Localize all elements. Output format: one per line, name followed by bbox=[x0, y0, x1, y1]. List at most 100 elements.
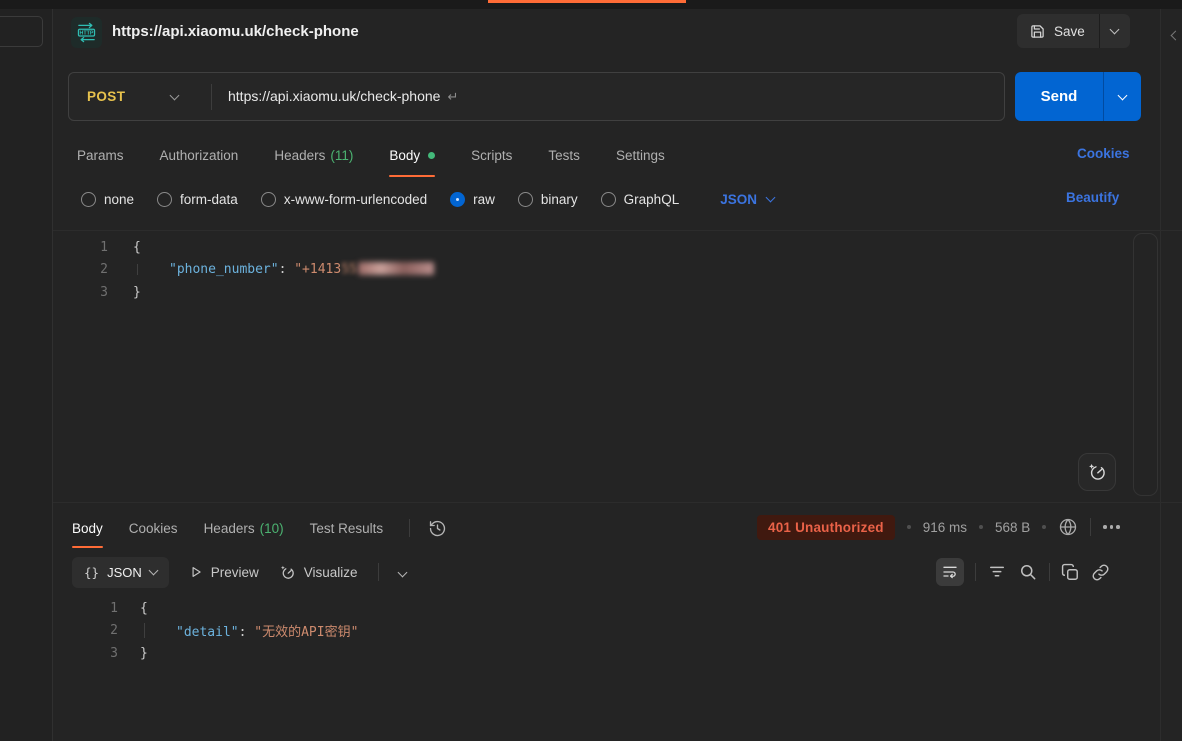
code-line: 1 { bbox=[68, 236, 434, 259]
request-body-editor[interactable]: 1 { 2 "phone_number": "+141355 3 } bbox=[68, 236, 434, 304]
tab-response-headers[interactable]: Headers(10) bbox=[204, 508, 284, 548]
beautify-link[interactable]: Beautify bbox=[1066, 190, 1119, 205]
code-line: 1 { bbox=[68, 597, 358, 620]
radio-graphql[interactable]: GraphQL bbox=[601, 192, 680, 207]
editor-scrollbar[interactable] bbox=[1133, 233, 1158, 496]
response-body-editor[interactable]: 1 { 2 "detail": "无效的API密钥" 3 } bbox=[68, 597, 358, 665]
json-language-select[interactable]: JSON bbox=[720, 192, 774, 207]
method-label: POST bbox=[87, 89, 125, 104]
radio-raw[interactable]: raw bbox=[450, 192, 495, 207]
filter-button[interactable] bbox=[987, 562, 1007, 582]
json-value: "无效的API密钥" bbox=[254, 625, 358, 640]
preview-button[interactable]: Preview bbox=[189, 565, 259, 580]
response-section-divider bbox=[53, 502, 1182, 503]
line-number: 1 bbox=[68, 601, 118, 616]
indent-guide bbox=[144, 623, 145, 638]
more-options-icon[interactable] bbox=[1103, 525, 1120, 529]
editor-top-border bbox=[53, 230, 1182, 231]
request-tabs: Params Authorization Headers(11) Body Sc… bbox=[68, 134, 665, 177]
line-number: 3 bbox=[68, 285, 108, 300]
radio-binary[interactable]: binary bbox=[518, 192, 578, 207]
tab-response-body[interactable]: Body bbox=[72, 508, 103, 548]
json-key: "phone_number" bbox=[169, 262, 279, 277]
postbot-sparkle-icon bbox=[1087, 462, 1107, 482]
response-tabs: Body Cookies Headers(10) Test Results bbox=[68, 508, 447, 548]
tab-scripts[interactable]: Scripts bbox=[471, 134, 512, 177]
code-line: 2 "detail": "无效的API密钥" bbox=[68, 620, 358, 643]
collapse-panel-icon[interactable] bbox=[1172, 26, 1179, 44]
radio-circle-icon bbox=[157, 192, 172, 207]
tab-headers[interactable]: Headers(11) bbox=[274, 134, 353, 177]
method-selector[interactable]: POST bbox=[69, 89, 211, 104]
sidebar-partial-button[interactable] bbox=[0, 16, 43, 47]
headers-count: (11) bbox=[330, 148, 353, 163]
response-format-select[interactable]: {} JSON bbox=[72, 557, 169, 588]
chevron-down-icon bbox=[766, 193, 776, 203]
play-icon bbox=[189, 565, 203, 579]
send-button[interactable]: Send bbox=[1015, 72, 1141, 121]
radio-none[interactable]: none bbox=[81, 192, 134, 207]
copy-button[interactable] bbox=[1061, 563, 1080, 582]
unsaved-changes-dot bbox=[428, 152, 435, 159]
tab-authorization[interactable]: Authorization bbox=[160, 134, 239, 177]
json-value: "+1413 bbox=[294, 262, 341, 277]
dot-separator bbox=[979, 525, 983, 529]
code-line: 3 } bbox=[68, 281, 434, 304]
tab-body[interactable]: Body bbox=[389, 134, 435, 177]
json-key: "detail" bbox=[176, 625, 239, 640]
tab-response-cookies[interactable]: Cookies bbox=[129, 508, 178, 548]
tab-test-results[interactable]: Test Results bbox=[310, 508, 384, 548]
chevron-down-icon bbox=[170, 90, 180, 100]
return-icon: ↵ bbox=[447, 89, 458, 104]
more-views-chevron-down-icon[interactable] bbox=[399, 563, 406, 581]
save-button[interactable]: Save bbox=[1017, 14, 1130, 48]
url-text: https://api.xiaomu.uk/check-phone bbox=[228, 88, 440, 104]
code-line: 3 } bbox=[68, 642, 358, 665]
sparkle-icon bbox=[279, 564, 296, 581]
app-window: HTTP https://api.xiaomu.uk/check-phone S… bbox=[0, 0, 1182, 741]
tab-params[interactable]: Params bbox=[77, 134, 124, 177]
wrap-text-button[interactable] bbox=[936, 558, 964, 586]
line-number: 1 bbox=[68, 240, 108, 255]
save-icon bbox=[1030, 24, 1045, 39]
blurred-digits: 55 bbox=[341, 262, 357, 277]
response-view-icons bbox=[936, 557, 1110, 587]
search-button[interactable] bbox=[1018, 562, 1038, 582]
postbot-button[interactable] bbox=[1078, 453, 1116, 491]
line-number: 2 bbox=[68, 623, 118, 638]
line-number: 2 bbox=[68, 262, 108, 277]
cookies-link[interactable]: Cookies bbox=[1077, 146, 1130, 161]
globe-icon[interactable] bbox=[1058, 517, 1078, 537]
radio-form-data[interactable]: form-data bbox=[157, 192, 238, 207]
right-panel-divider bbox=[1160, 9, 1161, 741]
divider bbox=[975, 563, 976, 581]
visualize-button[interactable]: Visualize bbox=[279, 564, 358, 581]
left-sidebar bbox=[0, 9, 53, 741]
radio-circle-icon bbox=[601, 192, 616, 207]
status-badge: 401 Unauthorized bbox=[757, 515, 895, 540]
active-tab-indicator bbox=[488, 0, 686, 3]
braces-icon: {} bbox=[84, 565, 99, 580]
radio-circle-icon bbox=[81, 192, 96, 207]
response-history-icon[interactable] bbox=[428, 508, 447, 548]
radio-circle-icon bbox=[261, 192, 276, 207]
radio-selected-icon bbox=[450, 192, 465, 207]
response-status-row: 401 Unauthorized 916 ms 568 B bbox=[757, 513, 1120, 541]
redacted-value-blur bbox=[358, 262, 434, 275]
tab-tests[interactable]: Tests bbox=[548, 134, 580, 177]
response-headers-count: (10) bbox=[260, 521, 284, 536]
divider bbox=[378, 563, 379, 581]
response-size: 568 B bbox=[995, 520, 1030, 535]
save-options-chevron-down-icon[interactable] bbox=[1100, 14, 1130, 48]
radio-x-www-form-urlencoded[interactable]: x-www-form-urlencoded bbox=[261, 192, 427, 207]
tab-settings[interactable]: Settings bbox=[616, 134, 665, 177]
divider bbox=[1090, 518, 1091, 536]
send-options-chevron-down-icon[interactable] bbox=[1104, 72, 1141, 121]
dot-separator bbox=[907, 525, 911, 529]
divider bbox=[409, 519, 410, 537]
request-title: https://api.xiaomu.uk/check-phone bbox=[112, 16, 359, 47]
dot-separator bbox=[1042, 525, 1046, 529]
url-input[interactable]: https://api.xiaomu.uk/check-phone ↵ bbox=[212, 88, 1004, 105]
save-label: Save bbox=[1054, 24, 1085, 39]
link-button[interactable] bbox=[1091, 563, 1110, 582]
